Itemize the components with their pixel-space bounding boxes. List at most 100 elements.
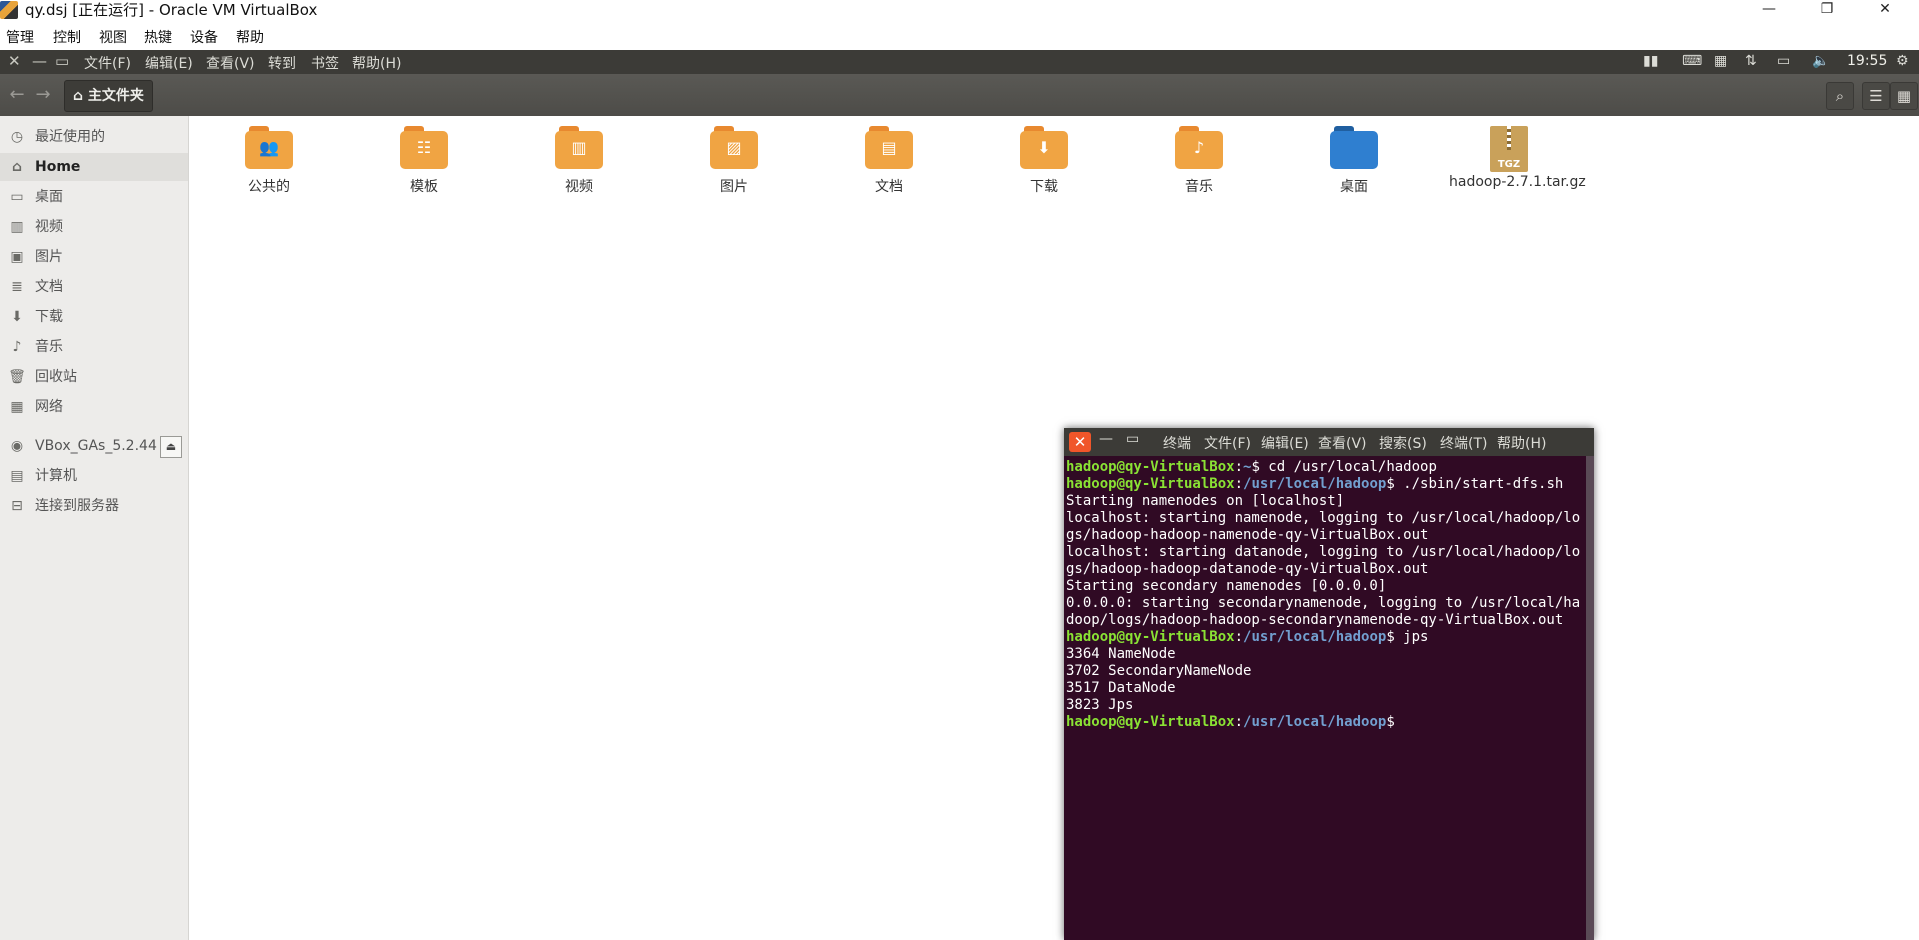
sidebar-item-pictures[interactable]: ▣ 图片 xyxy=(0,243,188,271)
prompt-command: $ ./sbin/start-dfs.sh xyxy=(1386,476,1564,492)
nautilus-maximize-icon[interactable]: ▭ xyxy=(55,52,69,70)
menu-edit[interactable]: 编辑(E) xyxy=(145,53,193,73)
video-icon: ▥ xyxy=(571,138,587,157)
sidebar-item-label: VBox_GAs_5.2.44 xyxy=(35,438,157,454)
input-method-icon[interactable]: ▮▮ xyxy=(1643,53,1658,69)
sidebar-item-label: 桌面 xyxy=(35,189,63,205)
eject-icon[interactable]: ⏏ xyxy=(160,436,182,458)
folder-music[interactable]: ♪ 音乐 xyxy=(1139,126,1259,196)
clock[interactable]: 19:55 xyxy=(1847,53,1887,69)
sidebar-item-documents[interactable]: ≣ 文档 xyxy=(0,273,188,301)
sidebar-item-videos[interactable]: ▥ 视频 xyxy=(0,213,188,241)
sidebar-item-label: 回收站 xyxy=(35,369,77,385)
sidebar-item-home[interactable]: ⌂ Home xyxy=(0,153,188,181)
network-arrows-icon[interactable]: ⇅ xyxy=(1745,53,1757,69)
menu-control[interactable]: 控制 xyxy=(53,27,81,47)
sidebar-item-connect-server[interactable]: ⊟ 连接到服务器 xyxy=(0,492,188,520)
music-icon: ♪ xyxy=(1193,138,1205,157)
sidebar-item-music[interactable]: ♪ 音乐 xyxy=(0,333,188,361)
sidebar-item-computer[interactable]: ▤ 计算机 xyxy=(0,462,188,490)
folder-videos[interactable]: ▥ 视频 xyxy=(519,126,639,196)
sidebar-item-label: 图片 xyxy=(35,249,63,265)
battery-icon[interactable]: ▭ xyxy=(1777,53,1790,69)
menu-terminal[interactable]: 终端 xyxy=(1163,433,1191,453)
network-icon: ▦ xyxy=(10,399,24,415)
terminal-window[interactable]: ✕ — ▭ 终端 文件(F) 编辑(E) 查看(V) 搜索(S) 终端(T) 帮… xyxy=(1064,428,1594,940)
search-button[interactable]: ⌕ xyxy=(1826,82,1854,110)
menu-file[interactable]: 文件(F) xyxy=(84,53,131,73)
menu-edit[interactable]: 编辑(E) xyxy=(1261,433,1309,453)
gear-icon[interactable]: ⚙ xyxy=(1896,53,1909,69)
sidebar-item-label: 视频 xyxy=(35,219,63,235)
path-home-button[interactable]: ⌂ 主文件夹 xyxy=(64,80,153,112)
menu-manage[interactable]: 管理 xyxy=(6,27,34,47)
terminal-scrollbar[interactable] xyxy=(1586,456,1594,940)
menu-help[interactable]: 帮助 xyxy=(236,27,264,47)
folder-downloads[interactable]: ⬇ 下载 xyxy=(984,126,1104,196)
folder-templates[interactable]: ☷ 模板 xyxy=(364,126,484,196)
download-icon: ⬇ xyxy=(11,309,23,325)
menu-devices[interactable]: 设备 xyxy=(190,27,218,47)
menu-view[interactable]: 查看(V) xyxy=(206,53,255,73)
keyboard-icon[interactable]: ⌨ xyxy=(1682,53,1702,69)
calendar-icon[interactable]: ▦ xyxy=(1714,53,1727,69)
menu-hotkeys[interactable]: 热键 xyxy=(144,27,172,47)
file-hadoop-archive[interactable]: TGZ hadoop-2.7.1.tar.gz xyxy=(1449,126,1586,190)
close-icon[interactable]: ✕ xyxy=(1069,432,1091,452)
folder-documents[interactable]: ▤ 文档 xyxy=(829,126,949,196)
menu-search[interactable]: 搜索(S) xyxy=(1379,433,1427,453)
prompt-user: hadoop@qy-VirtualBox xyxy=(1066,629,1235,645)
archive-icon: TGZ xyxy=(1490,126,1528,172)
sidebar-item-label: 计算机 xyxy=(35,468,77,484)
sidebar-item-trash[interactable]: 🗑 回收站 xyxy=(0,363,188,391)
menu-terminal-t[interactable]: 终端(T) xyxy=(1440,433,1487,453)
terminal-output[interactable]: hadoop@qy-VirtualBox:~$ cd /usr/local/ha… xyxy=(1066,459,1584,731)
folder-icon: 👥 xyxy=(245,126,293,170)
folder-public[interactable]: 👥 公共的 xyxy=(209,126,329,196)
sidebar-item-network[interactable]: ▦ 网络 xyxy=(0,393,188,421)
minimize-button[interactable]: — xyxy=(1746,0,1792,20)
terminal-output-line: Starting namenodes on [localhost] xyxy=(1066,493,1345,509)
folder-desktop[interactable]: 桌面 xyxy=(1294,126,1414,196)
music-icon: ♪ xyxy=(12,339,22,355)
grid-view-button[interactable]: ▦ xyxy=(1890,82,1918,110)
menu-help[interactable]: 帮助(H) xyxy=(352,53,401,73)
video-icon: ▥ xyxy=(10,219,24,235)
menu-view[interactable]: 视图 xyxy=(99,27,127,47)
sidebar-item-label: Home xyxy=(35,159,81,175)
sidebar-item-desktop[interactable]: ▭ 桌面 xyxy=(0,183,188,211)
volume-icon[interactable]: 🔈 xyxy=(1812,53,1829,69)
minimize-icon[interactable]: — xyxy=(1099,431,1113,447)
back-button[interactable]: ← xyxy=(6,84,28,106)
sidebar-item-vbox-gas[interactable]: ◉ VBox_GAs_5.2.44 ⏏ xyxy=(0,432,188,460)
menu-bookmarks[interactable]: 书签 xyxy=(311,53,339,73)
file-label: 桌面 xyxy=(1340,179,1368,195)
trash-icon: 🗑 xyxy=(8,369,26,385)
picture-icon: ▨ xyxy=(726,138,742,157)
prompt-command: $ jps xyxy=(1386,629,1429,645)
sidebar-item-label: 最近使用的 xyxy=(35,129,105,145)
menu-help[interactable]: 帮助(H) xyxy=(1497,433,1546,453)
sidebar-item-downloads[interactable]: ⬇ 下载 xyxy=(0,303,188,331)
restore-button[interactable]: ❐ xyxy=(1804,0,1850,20)
nautilus-close-icon[interactable]: ✕ xyxy=(8,52,21,70)
menu-go[interactable]: 转到 xyxy=(268,53,296,73)
sidebar-item-recent[interactable]: ◷ 最近使用的 xyxy=(0,123,188,151)
terminal-prompt-line: hadoop@qy-VirtualBox:/usr/local/hadoop$ … xyxy=(1066,476,1584,493)
folder-icon: ⬇ xyxy=(1020,126,1068,170)
window-title: qy.dsj [正在运行] - Oracle VM VirtualBox xyxy=(25,1,318,19)
prompt-command: $ xyxy=(1386,714,1395,730)
vbox-menubar: 管理 控制 视图 热键 设备 帮助 xyxy=(0,24,1919,50)
list-view-button[interactable]: ☰ xyxy=(1862,82,1890,110)
folder-pictures[interactable]: ▨ 图片 xyxy=(674,126,794,196)
sidebar-item-label: 音乐 xyxy=(35,339,63,355)
forward-button[interactable]: → xyxy=(32,84,54,106)
menu-view[interactable]: 查看(V) xyxy=(1318,433,1367,453)
clock-icon: ◷ xyxy=(10,129,24,145)
close-button[interactable]: ✕ xyxy=(1862,0,1908,20)
nautilus-minimize-icon[interactable]: — xyxy=(32,52,47,70)
terminal-prompt-line: hadoop@qy-VirtualBox:/usr/local/hadoop$ … xyxy=(1066,629,1584,646)
maximize-icon[interactable]: ▭ xyxy=(1126,431,1139,447)
folder-icon: ▨ xyxy=(710,126,758,170)
menu-file[interactable]: 文件(F) xyxy=(1204,433,1251,453)
